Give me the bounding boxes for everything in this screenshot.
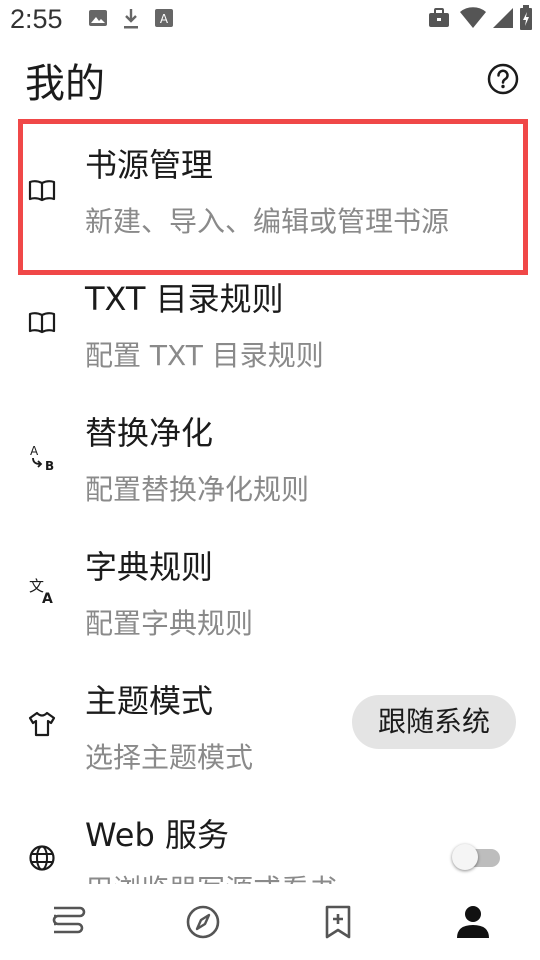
web-service-toggle[interactable]: [452, 843, 500, 871]
item-title: 替换净化: [85, 414, 214, 452]
item-subtitle: 配置 TXT 目录规则: [85, 339, 324, 372]
bookshelf-icon: [52, 906, 85, 934]
shirt-icon: [28, 710, 56, 738]
list-item-txt-toc-rules[interactable]: TXT 目录规则 配置 TXT 目录规则: [0, 262, 540, 396]
nav-my[interactable]: [405, 884, 540, 960]
item-title: TXT 目录规则: [85, 280, 284, 318]
svg-text:A: A: [42, 591, 53, 606]
svg-text:A: A: [30, 444, 39, 458]
item-subtitle: 配置替换净化规则: [85, 473, 310, 506]
svg-text:B: B: [45, 459, 54, 472]
nav-rss[interactable]: [270, 884, 405, 960]
bottom-navigation: [0, 884, 540, 960]
bookmark-add-icon: [325, 905, 350, 939]
book-open-icon: [28, 308, 56, 336]
globe-icon: [28, 844, 56, 872]
list-item-dictionary-rules[interactable]: 文 A 字典规则 配置字典规则: [0, 530, 540, 664]
replace-ab-icon: A B: [28, 444, 56, 473]
translate-icon: 文 A: [28, 576, 56, 607]
item-subtitle: 配置字典规则: [85, 607, 254, 640]
nav-explore[interactable]: [135, 884, 270, 960]
highlight-box: [18, 119, 528, 275]
theme-mode-chip[interactable]: 跟随系统: [352, 695, 516, 749]
item-subtitle: 选择主题模式: [85, 741, 254, 774]
item-title: 字典规则: [85, 548, 214, 586]
person-icon: [456, 906, 489, 938]
list-item-replace-rules[interactable]: A B 替换净化 配置替换净化规则: [0, 396, 540, 530]
item-subtitle: 用浏览器写源或看书: [85, 868, 337, 884]
item-title: 主题模式: [85, 682, 214, 720]
item-title: Web 服务: [85, 816, 229, 854]
compass-icon: [186, 905, 219, 939]
list-item-web-service[interactable]: Web 服务 用浏览器写源或看书: [0, 798, 540, 884]
toggle-thumb: [452, 844, 478, 870]
nav-bookshelf[interactable]: [0, 884, 135, 960]
